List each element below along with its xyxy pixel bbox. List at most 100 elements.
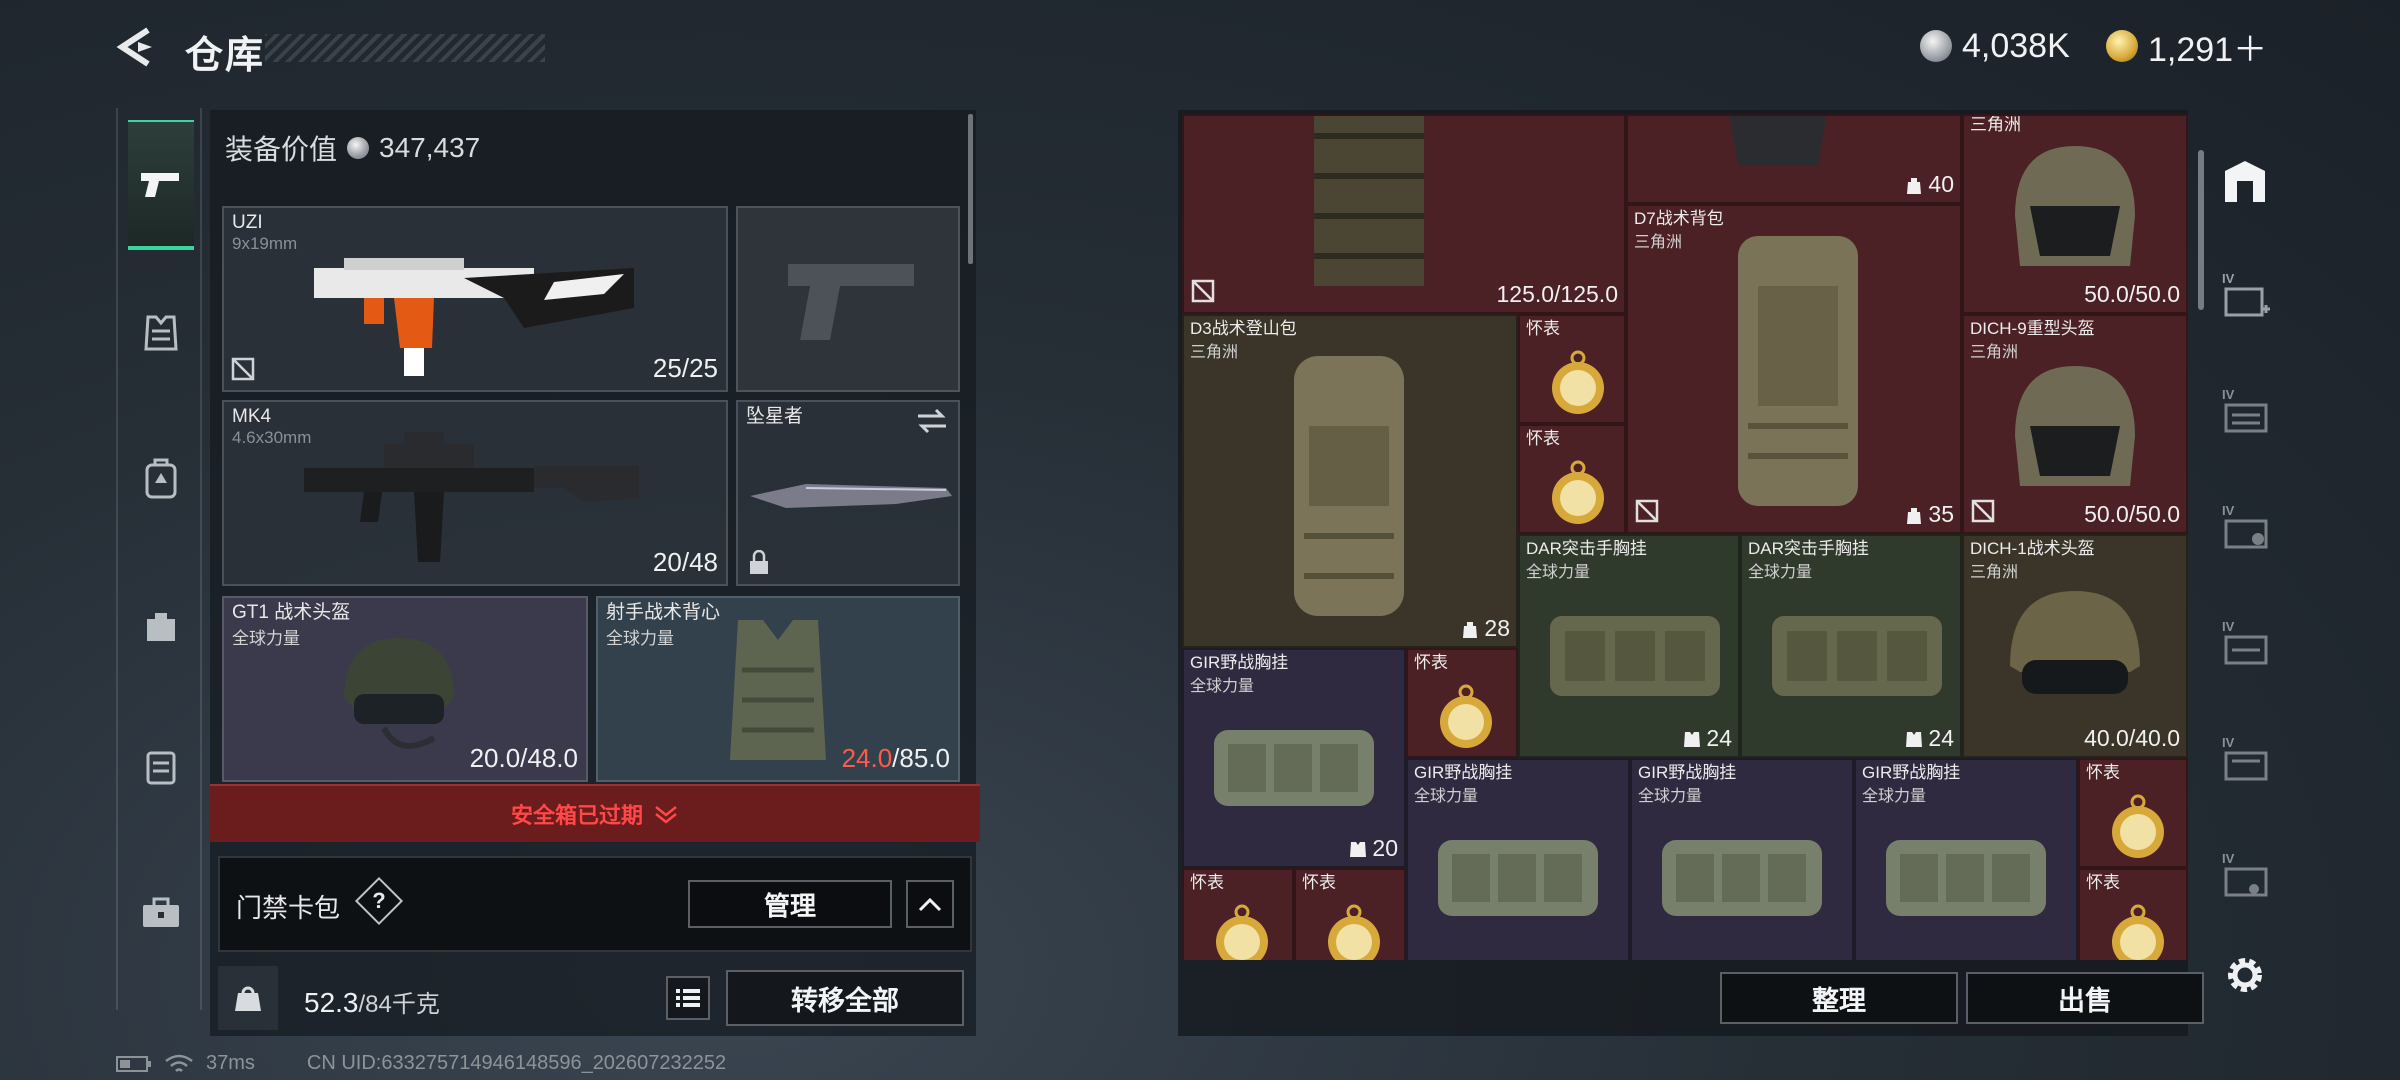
item-capacity-value: 20: [1372, 835, 1398, 861]
item-name: GIR野战胸挂: [1638, 763, 1737, 782]
category-toolbox[interactable]: [128, 848, 194, 978]
item-name: 怀表: [2086, 763, 2120, 782]
uninsured-icon: [1635, 499, 1659, 523]
pocket-watch-image: [1440, 684, 1492, 748]
sidearm-slot[interactable]: [736, 206, 960, 392]
uninsured-icon: [1191, 279, 1215, 303]
swap-icon[interactable]: [916, 408, 948, 434]
stash-item[interactable]: DICH-9重型头盔 三角洲 50.0/50.0: [1962, 314, 2188, 534]
stash-item[interactable]: 怀表: [1406, 648, 1518, 758]
stash-item[interactable]: 怀表: [1518, 314, 1626, 424]
slot-item-faction: 全球力量: [232, 629, 300, 648]
stash-item[interactable]: 40: [1626, 114, 1962, 204]
durability: 24.0/85.0: [842, 743, 950, 774]
item-name: GIR野战胸挂: [1414, 763, 1513, 782]
stash-item[interactable]: D3战术登山包 三角洲 28: [1182, 314, 1518, 648]
back-arrow-icon[interactable]: [112, 22, 162, 72]
slot-item-name: MK4: [232, 406, 272, 427]
carry-weight: 52.3/84千克: [304, 984, 440, 1019]
container-tab-3[interactable]: IV: [2212, 478, 2278, 578]
container-tab-safehouse[interactable]: [2212, 132, 2278, 232]
pocket-watch-image: [1552, 460, 1604, 524]
item-faction: 三角洲: [1190, 344, 1239, 361]
item-faction: 全球力量: [1190, 678, 1255, 695]
container-tab-medical[interactable]: IV: [2212, 246, 2278, 346]
silver-currency[interactable]: 4,038K: [1920, 24, 2070, 68]
stash-item[interactable]: GIR野战胸挂 全球力量: [1630, 758, 1854, 960]
stash-item[interactable]: 怀表: [1518, 424, 1626, 534]
sort-button[interactable]: 整理: [1720, 972, 1958, 1024]
stash-item[interactable]: 125.0/125.0: [1182, 114, 1626, 314]
gold-currency[interactable]: 1,291＋: [2106, 24, 2267, 69]
container-tab-6[interactable]: IV: [2212, 826, 2278, 926]
melee-slot[interactable]: 坠星者: [736, 400, 960, 586]
carry-weight-capacity: /84千克: [358, 991, 440, 1018]
pocket-watch-image: [2112, 794, 2164, 858]
category-armor[interactable]: [128, 414, 194, 544]
category-bag[interactable]: [128, 560, 194, 690]
category-weapons[interactable]: [128, 120, 194, 250]
container-tier: IV: [2222, 271, 2235, 286]
stash-item[interactable]: GIR野战胸挂 全球力量: [1854, 758, 2078, 960]
item-capacity: 28: [1460, 615, 1510, 642]
item-faction: 三角洲: [1970, 115, 2021, 134]
stash-item[interactable]: 怀表: [2078, 868, 2188, 960]
container-tier: IV: [2222, 619, 2235, 634]
stash-item[interactable]: GIR野战胸挂 全球力量 20: [1182, 648, 1406, 868]
item-name: 怀表: [1414, 653, 1448, 672]
uzi-smg-image: [314, 258, 634, 376]
silver-coin-icon: [347, 137, 370, 159]
category-case[interactable]: [128, 702, 194, 832]
sell-button[interactable]: 出售: [1966, 972, 2204, 1024]
stash-item[interactable]: DICH-1战术头盔 三角洲 40.0/40.0: [1962, 534, 2188, 758]
transfer-all-button[interactable]: 转移全部: [726, 970, 964, 1026]
container-tab-4[interactable]: IV: [2212, 594, 2278, 694]
chest-rig-image: [1214, 730, 1374, 806]
item-faction: 全球力量: [1414, 788, 1479, 805]
primary-weapon-slot[interactable]: UZI 9x19mm 25/25: [222, 206, 728, 392]
category-vest[interactable]: [128, 268, 194, 398]
stash-item[interactable]: DAR突击手胸挂 全球力量 24: [1740, 534, 1962, 758]
stash-item[interactable]: 怀表: [1182, 868, 1294, 960]
lock-icon: [750, 550, 768, 574]
collapse-button[interactable]: [906, 880, 954, 928]
page-title: 仓库: [185, 35, 266, 77]
equipment-scrollbar[interactable]: [968, 114, 973, 264]
item-name: GIR野战胸挂: [1862, 763, 1961, 782]
container-icon: IV: [2220, 735, 2270, 785]
durability-max: /85.0: [892, 743, 950, 773]
manage-button[interactable]: 管理: [688, 880, 892, 928]
secondary-weapon-slot[interactable]: MK4 4.6x30mm 20/48: [222, 400, 728, 586]
stash-item[interactable]: D7战术背包 三角洲 35: [1626, 204, 1962, 534]
stash-item[interactable]: GIR野战胸挂 全球力量: [1406, 758, 1630, 960]
settings-gear-icon[interactable]: [2222, 952, 2268, 998]
d7-backpack-image: [1738, 236, 1858, 506]
armor-slot[interactable]: 射手战术背心 全球力量 24.0/85.0: [596, 596, 960, 782]
capacity-icon: [1463, 621, 1478, 638]
container-icon: IV: [2220, 503, 2270, 553]
safebox-expired-banner[interactable]: 安全箱已过期: [210, 784, 980, 842]
mk4-rifle-image: [304, 432, 639, 562]
durability: 20.0/48.0: [469, 743, 578, 773]
item-durability: 50.0/50.0: [2084, 501, 2180, 527]
item-capacity-value: 28: [1484, 615, 1510, 641]
item-name: DICH-9重型头盔: [1970, 319, 2095, 338]
slot-item-faction: 全球力量: [606, 629, 674, 648]
stash-item[interactable]: 怀表: [2078, 758, 2188, 868]
item-capacity-value: 24: [1706, 725, 1732, 751]
item-name: 怀表: [1526, 319, 1560, 338]
uninsured-icon: [1971, 499, 1995, 523]
stash-item[interactable]: 怀表: [1294, 868, 1406, 960]
container-rail: IV IV IV IV IV IV: [2204, 118, 2286, 918]
container-tab-5[interactable]: IV: [2212, 710, 2278, 810]
pocket-watch-image: [1328, 904, 1380, 960]
container-icon: IV: [2220, 619, 2270, 669]
chest-rig-image: [1772, 616, 1942, 696]
container-tab-2[interactable]: IV: [2212, 362, 2278, 462]
stash-item[interactable]: 三角洲 50.0/50.0: [1962, 114, 2188, 314]
backpack-strap-image: [1729, 116, 1827, 166]
stash-item[interactable]: DAR突击手胸挂 全球力量 24: [1518, 534, 1740, 758]
ammo-count: 25/25: [652, 353, 718, 383]
helmet-slot[interactable]: GT1 战术头盔 全球力量 20.0/48.0: [222, 596, 588, 782]
list-view-button[interactable]: [666, 976, 710, 1020]
